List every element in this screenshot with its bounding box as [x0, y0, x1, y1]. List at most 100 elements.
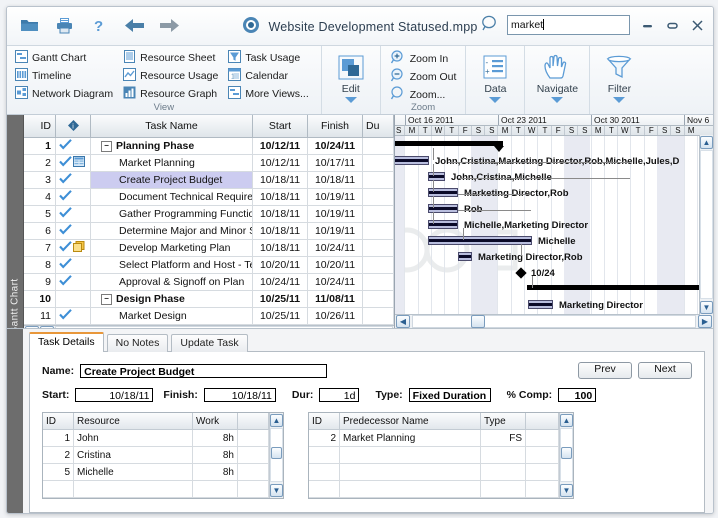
resources-scroll-down[interactable]: ▼	[270, 484, 283, 497]
chevron-down-icon[interactable]	[551, 97, 564, 103]
cell-id[interactable]: 1	[24, 137, 56, 155]
pred-header-name[interactable]: Predecessor Name	[339, 413, 481, 430]
cell-finish[interactable]: 10/24/11	[307, 273, 363, 291]
back-arrow-icon[interactable]	[122, 13, 146, 37]
cell-duration[interactable]	[362, 256, 394, 274]
pred-header-id[interactable]: ID	[309, 413, 340, 430]
chevron-down-icon[interactable]	[489, 97, 502, 103]
search-input[interactable]: market	[507, 15, 630, 35]
cell-id[interactable]: 7	[24, 239, 56, 257]
predecessors-scrollbar[interactable]: ▲ ▼	[559, 413, 573, 498]
cell-task-name[interactable]: Develop Marketing Plan	[90, 239, 253, 257]
header-id[interactable]: ID	[24, 115, 56, 138]
minimize-button[interactable]	[639, 17, 655, 33]
cell-duration[interactable]	[362, 137, 394, 155]
table-row[interactable]: 5 Gather Programming Functionality10/18/1…	[24, 205, 394, 223]
cell-finish[interactable]: 10/24/11	[307, 137, 363, 155]
resources-scroll-thumb[interactable]	[271, 447, 282, 459]
forward-arrow-icon[interactable]	[157, 13, 181, 37]
table-row[interactable]: 11 Market Design 10/25/11 10/26/11	[24, 307, 394, 325]
ribbon-item-resource-sheet[interactable]: Resource Sheet	[120, 49, 221, 66]
cell-task-name[interactable]: Approval & Signoff on Plan	[90, 273, 253, 291]
prev-button[interactable]: Prev	[578, 362, 633, 379]
cell-id[interactable]: 10	[24, 290, 56, 308]
predecessor-row[interactable]: 2 Market Planning FS	[309, 429, 559, 447]
pred-scroll-track[interactable]	[560, 428, 573, 482]
cell-indicators[interactable]	[55, 290, 91, 308]
filter-button[interactable]: Filter	[595, 50, 643, 103]
note-yellow-icon[interactable]	[73, 241, 85, 255]
zoom-in-item[interactable]: Zoom In	[386, 49, 461, 67]
cell-task-name[interactable]: Select Platform and Host - Tempor...	[90, 256, 253, 274]
resource-id[interactable]: 5	[43, 463, 74, 481]
cell-indicators[interactable]	[55, 256, 91, 274]
edit-button[interactable]: Edit	[327, 50, 375, 103]
table-row[interactable]: 10− Design Phase 10/25/11 11/08/11	[24, 290, 394, 308]
header-start[interactable]: Start	[252, 115, 308, 138]
predecessor-id[interactable]	[309, 480, 340, 498]
resource-name[interactable]	[73, 480, 193, 498]
cell-task-name[interactable]: Document Technical Requirements	[90, 188, 253, 206]
cell-task-name[interactable]: Gather Programming Functionality	[90, 205, 253, 223]
cell-indicators[interactable]	[55, 239, 91, 257]
cell-duration[interactable]	[362, 188, 394, 206]
type-select[interactable]: Fixed Duration	[408, 388, 491, 402]
data-button[interactable]: - + Data	[471, 50, 519, 103]
pred-scroll-up[interactable]: ▲	[560, 414, 573, 427]
cell-duration[interactable]	[362, 222, 394, 240]
next-button[interactable]: Next	[638, 362, 693, 379]
gantt-scroll-left-button[interactable]: ◀	[396, 315, 410, 328]
resource-work[interactable]: 8h	[192, 463, 238, 481]
gantt-task-bar[interactable]	[528, 300, 553, 309]
header-indicators[interactable]: i	[55, 115, 91, 138]
cell-start[interactable]: 10/25/11	[252, 307, 308, 325]
cell-duration[interactable]	[362, 307, 394, 325]
resource-row[interactable]: 1 John 8h	[43, 429, 269, 447]
cell-task-name[interactable]: Create Project Budget	[90, 171, 253, 189]
resources-header-resource[interactable]: Resource	[73, 413, 193, 430]
cell-id[interactable]: 11	[24, 307, 56, 325]
cell-start[interactable]: 10/18/11	[252, 171, 308, 189]
view-strip[interactable]: Gantt Chart	[7, 115, 24, 335]
cell-duration[interactable]	[362, 154, 394, 172]
cell-indicators[interactable]	[55, 273, 91, 291]
predecessor-name[interactable]: Market Planning	[339, 429, 481, 447]
bottom-view-strip[interactable]	[7, 329, 23, 513]
predecessor-row-empty[interactable]	[309, 480, 559, 498]
cell-indicators[interactable]	[55, 222, 91, 240]
scroll-down-button[interactable]: ▼	[700, 301, 713, 314]
tab-update-task[interactable]: Update Task	[171, 334, 248, 352]
cell-start[interactable]: 10/20/11	[252, 256, 308, 274]
pred-scroll-down[interactable]: ▼	[560, 484, 573, 497]
table-row[interactable]: 8Select Platform and Host - Tempor...10/…	[24, 256, 394, 274]
cell-id[interactable]: 6	[24, 222, 56, 240]
resource-row-empty[interactable]	[43, 480, 269, 498]
scroll-up-button[interactable]: ▲	[700, 136, 713, 149]
resources-scroll-up[interactable]: ▲	[270, 414, 283, 427]
table-row[interactable]: 6 Determine Major and Minor Sections10/18…	[24, 222, 394, 240]
cell-finish[interactable]: 10/17/11	[307, 154, 363, 172]
search-icon[interactable]	[481, 15, 498, 35]
cell-start[interactable]: 10/18/11	[252, 188, 308, 206]
table-row[interactable]: 1− Planning Phase 10/12/11 10/24/11	[24, 137, 394, 155]
resource-work[interactable]: 8h	[192, 429, 238, 447]
predecessor-type[interactable]: FS	[480, 429, 526, 447]
table-row[interactable]: 3 Create Project Budget 10/18/11 10/18/11	[24, 171, 394, 189]
cell-start[interactable]: 10/12/11	[252, 137, 308, 155]
maximize-button[interactable]	[664, 17, 680, 33]
cell-indicators[interactable]	[55, 205, 91, 223]
gantt-task-bar[interactable]	[395, 156, 429, 165]
cell-finish[interactable]: 10/19/11	[307, 222, 363, 240]
chevron-down-icon[interactable]	[613, 97, 626, 103]
resource-name[interactable]: Cristina	[73, 446, 193, 464]
pred-header-type[interactable]: Type	[480, 413, 526, 430]
cell-indicators[interactable]	[55, 188, 91, 206]
resources-header-id[interactable]: ID	[43, 413, 74, 430]
cell-finish[interactable]: 10/20/11	[307, 256, 363, 274]
resource-id[interactable]: 2	[43, 446, 74, 464]
resource-work[interactable]	[192, 480, 238, 498]
resources-header-work[interactable]: Work	[192, 413, 238, 430]
cell-start[interactable]: 10/18/11	[252, 205, 308, 223]
ribbon-item-more-views[interactable]: More Views...	[225, 85, 311, 102]
cell-start[interactable]: 10/18/11	[252, 222, 308, 240]
